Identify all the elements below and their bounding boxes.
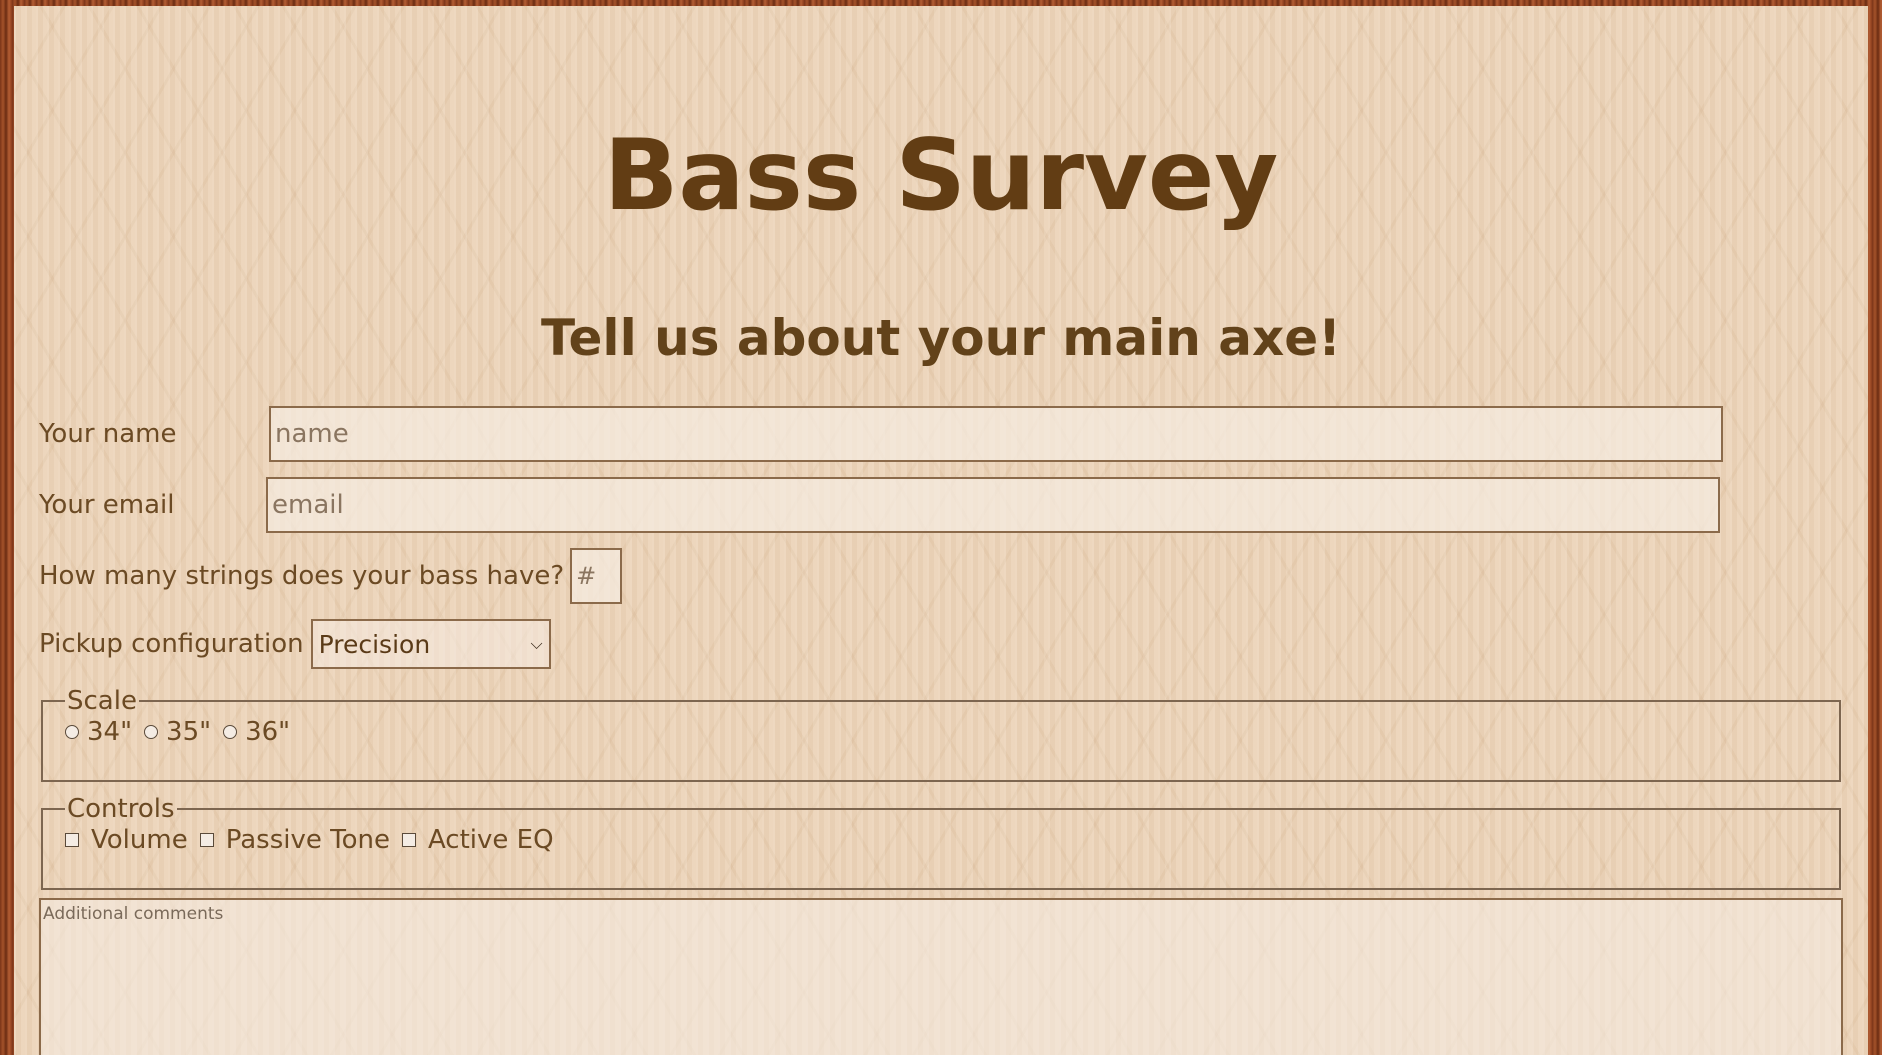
scale-option-35[interactable]: 35" bbox=[144, 717, 211, 747]
scale-legend: Scale bbox=[67, 686, 137, 716]
scale-option-label: 34" bbox=[87, 717, 133, 747]
radio-34[interactable] bbox=[65, 725, 79, 739]
controls-fieldset: Controls Volume Passive Tone Active EQ bbox=[41, 794, 1841, 890]
email-input[interactable] bbox=[266, 477, 1720, 533]
controls-option-passive-tone[interactable]: Passive Tone bbox=[199, 825, 390, 855]
radio-36[interactable] bbox=[223, 725, 238, 739]
checkbox-active-eq[interactable] bbox=[401, 833, 416, 847]
pickup-row: Pickup configuration Precision ⌵ bbox=[39, 619, 551, 669]
controls-option-active-eq[interactable]: Active EQ bbox=[401, 825, 554, 855]
pickup-select[interactable]: Precision ⌵ bbox=[310, 619, 551, 669]
strings-input[interactable] bbox=[570, 548, 623, 604]
page-title: Bass Survey bbox=[603, 119, 1279, 233]
page-subtitle: Tell us about your main axe! bbox=[541, 309, 1341, 367]
pickup-selected-value: Precision bbox=[318, 629, 431, 659]
chevron-down-icon: ⌵ bbox=[530, 634, 543, 653]
scale-option-34[interactable]: 34" bbox=[65, 717, 132, 747]
email-row: Your email bbox=[39, 477, 1720, 533]
controls-option-volume[interactable]: Volume bbox=[65, 825, 188, 855]
scale-fieldset: Scale 34" 35" 36" bbox=[41, 686, 1841, 782]
strings-row: How many strings does your bass have? bbox=[39, 548, 623, 604]
controls-option-label: Volume bbox=[91, 825, 188, 855]
scale-option-label: 36" bbox=[245, 717, 291, 747]
controls-option-label: Active EQ bbox=[427, 825, 554, 855]
survey-page: Bass Survey Tell us about your main axe!… bbox=[14, 6, 1868, 1055]
email-label: Your email bbox=[39, 490, 175, 520]
strings-label: How many strings does your bass have? bbox=[39, 561, 565, 591]
pickup-label: Pickup configuration bbox=[39, 629, 304, 659]
radio-35[interactable] bbox=[144, 725, 159, 739]
controls-legend: Controls bbox=[67, 794, 175, 824]
scale-option-36[interactable]: 36" bbox=[223, 717, 290, 747]
controls-option-label: Passive Tone bbox=[225, 825, 390, 855]
comments-textarea[interactable] bbox=[39, 898, 1843, 1055]
checkbox-passive-tone[interactable] bbox=[199, 833, 214, 847]
checkbox-volume[interactable] bbox=[65, 833, 79, 847]
controls-options: Volume Passive Tone Active EQ bbox=[65, 816, 1839, 864]
scale-option-label: 35" bbox=[166, 717, 212, 747]
name-label: Your name bbox=[39, 419, 177, 449]
scale-options: 34" 35" 36" bbox=[65, 708, 1839, 756]
name-input[interactable] bbox=[269, 406, 1723, 462]
name-row: Your name bbox=[39, 406, 1723, 462]
